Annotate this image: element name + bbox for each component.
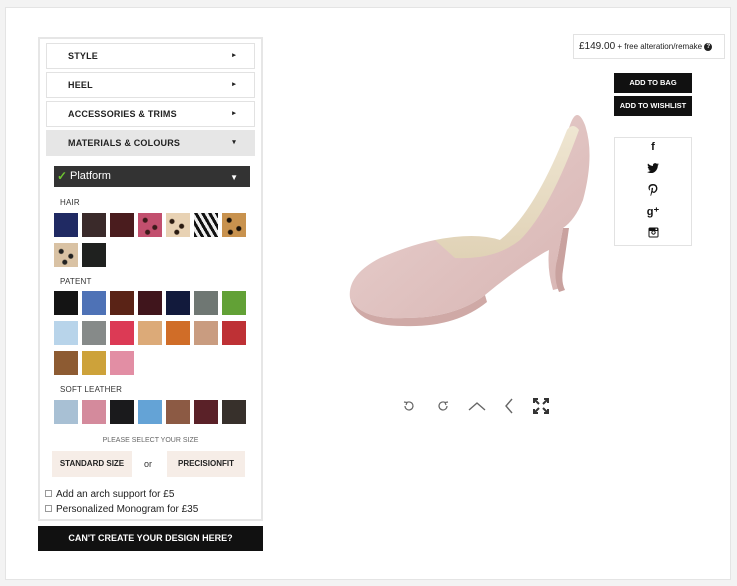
soft-leather-swatch[interactable]	[166, 400, 190, 424]
section-patent-label: PATENT	[60, 277, 92, 286]
help-icon[interactable]: ?	[704, 43, 713, 51]
section-hair-label: HAIR	[60, 198, 80, 207]
chevron-right-icon: ▸	[232, 81, 236, 88]
patent-swatch[interactable]	[194, 291, 218, 315]
precisionfit-button[interactable]: PRECISIONFIT	[167, 451, 245, 477]
menu-materials-label: MATERIALS & COLOURS	[68, 138, 181, 148]
patent-swatch[interactable]	[54, 291, 78, 315]
patent-swatch[interactable]	[166, 321, 190, 345]
caret-down-icon: ▼	[230, 173, 238, 182]
rotate-left-icon[interactable]	[400, 397, 418, 415]
shoe-image	[349, 115, 590, 327]
standard-size-button[interactable]: STANDARD SIZE	[52, 451, 132, 477]
patent-swatch[interactable]	[110, 321, 134, 345]
price-box: £149.00 + free alteration/remake ?	[573, 34, 725, 59]
monogram-option[interactable]: Personalized Monogram for £35	[45, 504, 198, 515]
hair-swatch[interactable]	[54, 213, 78, 237]
shoe-3d-viewer[interactable]	[335, 100, 615, 330]
soft-leather-swatch[interactable]	[82, 400, 106, 424]
menu-materials-colours[interactable]: MATERIALS & COLOURS ▾	[46, 130, 255, 156]
patent-swatch[interactable]	[138, 321, 162, 345]
instagram-icon[interactable]	[615, 227, 691, 241]
arch-support-label: Add an arch support for £5	[56, 489, 175, 500]
check-icon: ✓	[57, 169, 68, 183]
patent-swatch[interactable]	[194, 321, 218, 345]
patent-swatch[interactable]	[82, 351, 106, 375]
rotate-right-icon[interactable]	[434, 397, 452, 415]
view-side-icon[interactable]	[500, 397, 518, 415]
hair-swatch[interactable]	[82, 213, 106, 237]
patent-swatch[interactable]	[54, 351, 78, 375]
hair-swatch[interactable]	[166, 213, 190, 237]
hair-swatch[interactable]	[110, 213, 134, 237]
customizer-panel: STYLE ▸ HEEL ▸ ACCESSORIES & TRIMS ▸ MATERI…	[38, 37, 263, 521]
soft-leather-swatch[interactable]	[138, 400, 162, 424]
monogram-label: Personalized Monogram for £35	[56, 504, 199, 515]
pinterest-icon[interactable]	[615, 184, 691, 199]
menu-accessories-trims[interactable]: ACCESSORIES & TRIMS ▸	[46, 101, 255, 127]
add-to-bag-button[interactable]: ADD TO BAG	[614, 73, 692, 93]
hair-swatch[interactable]	[222, 213, 246, 237]
patent-swatch[interactable]	[54, 321, 78, 345]
soft-leather-swatch[interactable]	[110, 400, 134, 424]
menu-heel[interactable]: HEEL ▸	[46, 72, 255, 98]
arch-support-checkbox[interactable]	[45, 490, 52, 497]
size-or-label: or	[144, 459, 153, 469]
price-note: + free alteration/remake	[615, 42, 705, 51]
patent-swatch[interactable]	[110, 291, 134, 315]
facebook-icon[interactable]: f	[615, 141, 691, 153]
social-share: f g⁺	[614, 137, 692, 246]
soft-leather-swatch[interactable]	[194, 400, 218, 424]
price-amount: £149.00	[579, 41, 616, 52]
chevron-right-icon: ▸	[232, 110, 236, 117]
material-part-value: Platform	[70, 170, 111, 182]
patent-swatch[interactable]	[222, 321, 246, 345]
view-top-icon[interactable]	[466, 397, 488, 415]
menu-heel-label: HEEL	[68, 80, 93, 90]
patent-swatch[interactable]	[82, 291, 106, 315]
chevron-down-icon: ▾	[232, 139, 236, 146]
hair-swatch[interactable]	[138, 213, 162, 237]
monogram-checkbox[interactable]	[45, 505, 52, 512]
patent-swatch[interactable]	[222, 291, 246, 315]
size-prompt: PLEASE SELECT YOUR SIZE	[102, 437, 199, 444]
material-part-select[interactable]: ✓ Platform ▼	[54, 166, 250, 187]
add-to-wishlist-button[interactable]: ADD TO WISHLIST	[614, 96, 692, 116]
menu-style-label: STYLE	[68, 51, 99, 61]
menu-style[interactable]: STYLE ▸	[46, 43, 255, 69]
patent-swatch[interactable]	[110, 351, 134, 375]
twitter-icon[interactable]	[615, 163, 691, 176]
cant-create-button[interactable]: CAN'T CREATE YOUR DESIGN HERE?	[38, 526, 263, 551]
fullscreen-icon[interactable]	[532, 397, 550, 415]
soft-leather-swatch[interactable]	[222, 400, 246, 424]
hair-swatch[interactable]	[54, 243, 78, 267]
hair-swatch[interactable]	[82, 243, 106, 267]
google-plus-icon[interactable]: g⁺	[615, 205, 691, 218]
menu-accessories-label: ACCESSORIES & TRIMS	[68, 109, 177, 119]
arch-support-option[interactable]: Add an arch support for £5	[45, 489, 174, 500]
patent-swatch[interactable]	[166, 291, 190, 315]
patent-swatch[interactable]	[82, 321, 106, 345]
chevron-right-icon: ▸	[232, 52, 236, 59]
hair-swatch[interactable]	[194, 213, 218, 237]
patent-swatch[interactable]	[138, 291, 162, 315]
section-soft-leather-label: SOFT LEATHER	[60, 385, 123, 394]
soft-leather-swatch[interactable]	[54, 400, 78, 424]
